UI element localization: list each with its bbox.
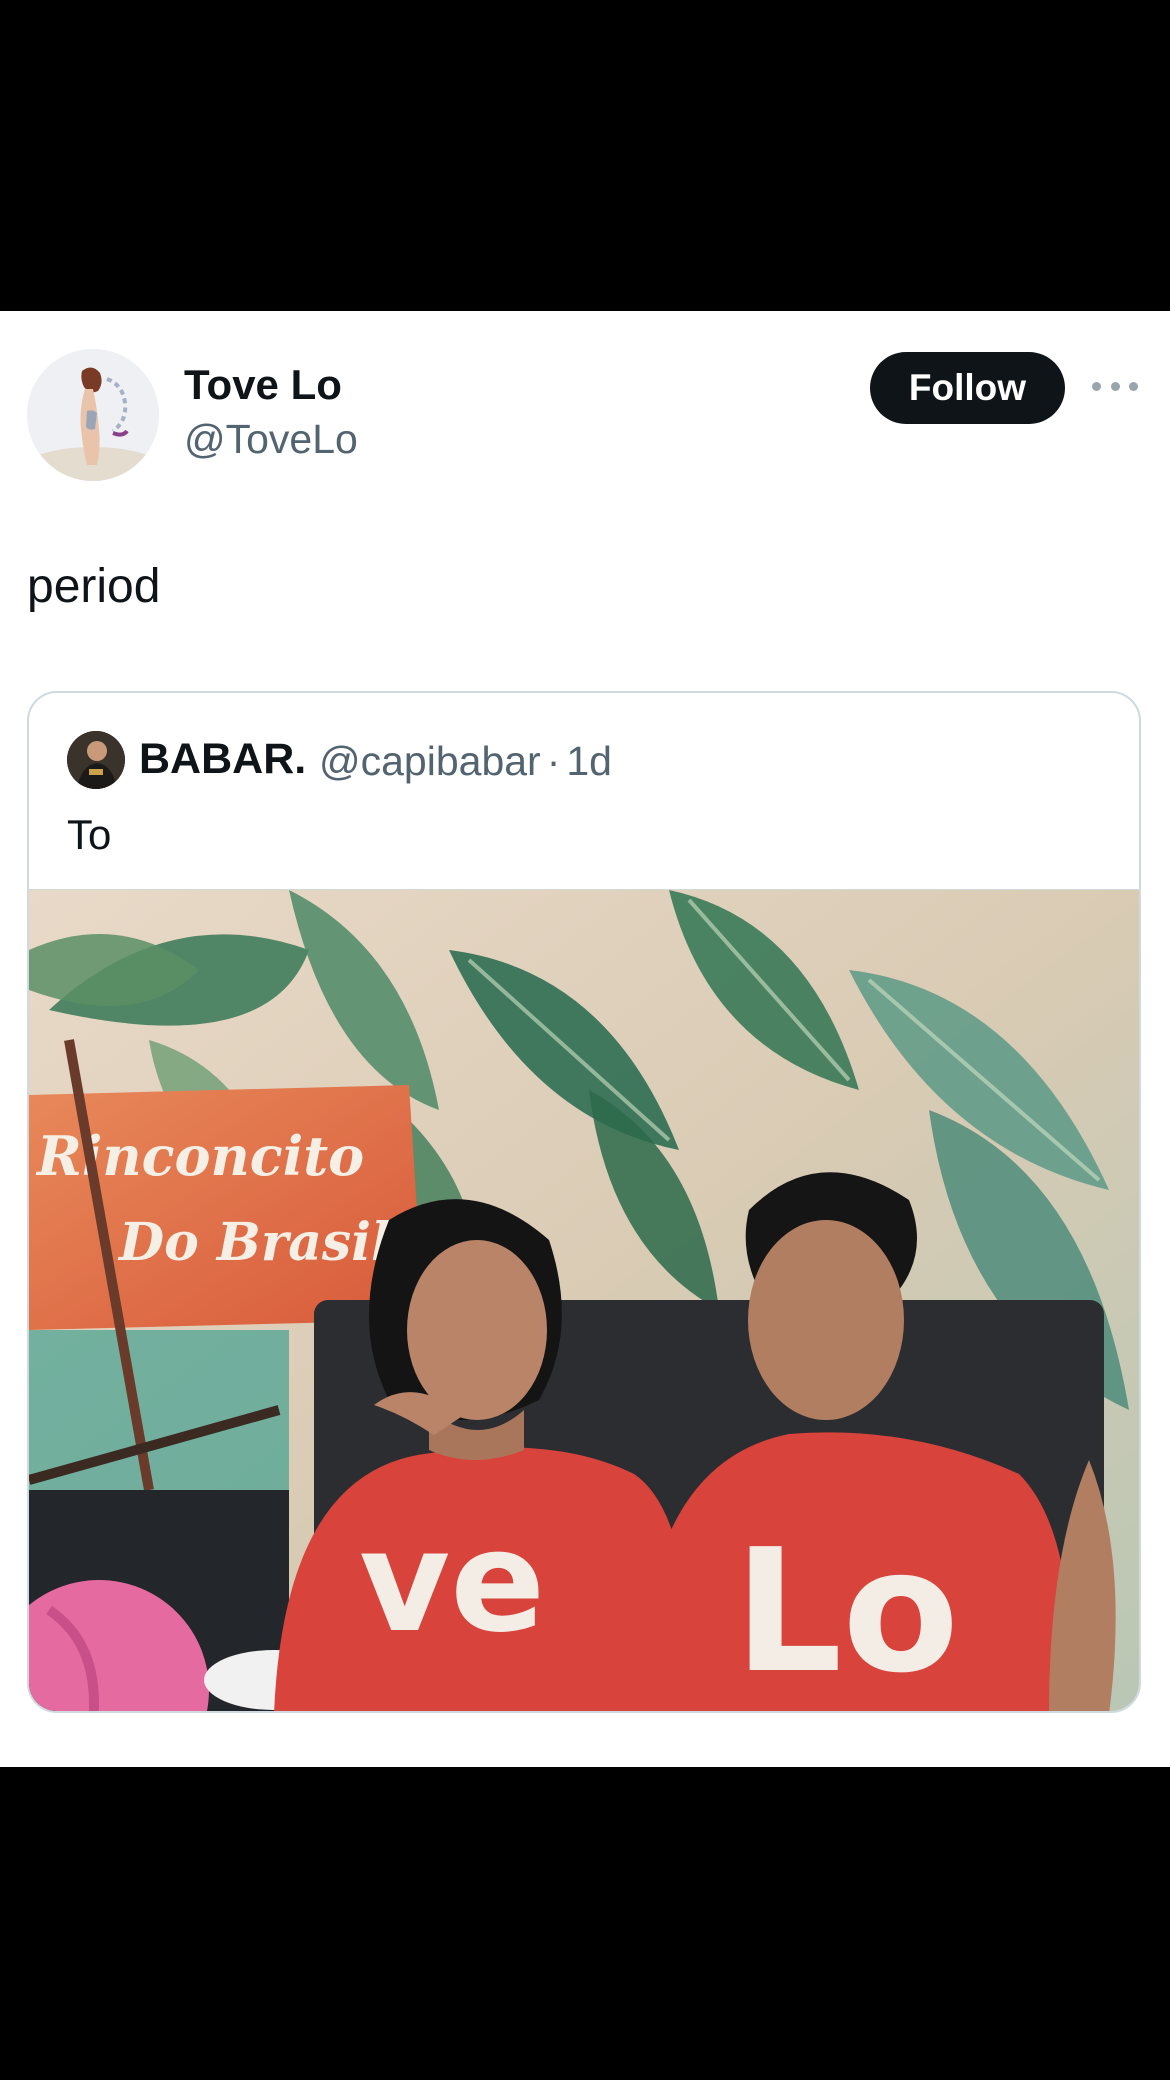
quoted-author-name[interactable]: BABAR. <box>139 735 306 784</box>
sign-text-line2: Do Brasil <box>117 1212 391 1273</box>
author-handle[interactable]: @ToveLo <box>184 416 358 463</box>
bottom-black-bar <box>0 1767 1170 2080</box>
ellipsis-icon[interactable] <box>1092 371 1138 401</box>
follow-button[interactable]: Follow <box>870 352 1065 424</box>
ellipsis-dot <box>1129 381 1138 391</box>
quoted-author-handle[interactable]: @capibabar <box>319 738 541 784</box>
top-black-bar <box>0 0 1170 311</box>
tweet-card: Tove Lo @ToveLo Follow period BABAR. @ca… <box>0 311 1170 1767</box>
meta-separator: · <box>546 738 561 784</box>
quoted-timestamp[interactable]: 1d <box>566 738 612 784</box>
ellipsis-dot <box>1092 381 1101 391</box>
shirt-left-text: ve <box>359 1501 545 1664</box>
tweet-text: period <box>27 560 161 613</box>
quoted-tweet[interactable]: BABAR. @capibabar · 1d To Rinconcito Do … <box>27 691 1141 1713</box>
quoted-media-photo[interactable]: Rinconcito Do Brasil ve Lo <box>29 889 1139 1711</box>
ellipsis-dot <box>1110 381 1120 391</box>
quoted-tweet-text: To <box>67 811 112 858</box>
quoted-author-meta: @capibabar · 1d <box>319 738 612 785</box>
author-avatar[interactable] <box>27 349 159 481</box>
quoted-author-avatar[interactable] <box>67 731 125 789</box>
author-display-name[interactable]: Tove Lo <box>184 361 342 409</box>
shirt-right-text: Lo <box>734 1513 959 1711</box>
